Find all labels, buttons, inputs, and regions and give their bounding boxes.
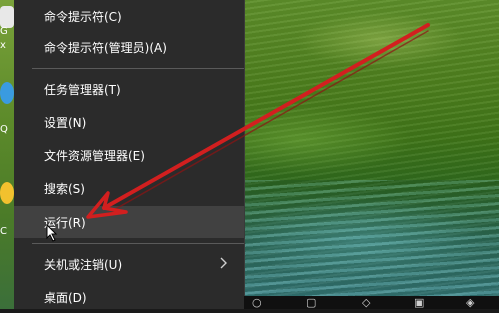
mouse-cursor-icon <box>46 224 58 242</box>
annotation-arrow-icon <box>86 23 430 219</box>
